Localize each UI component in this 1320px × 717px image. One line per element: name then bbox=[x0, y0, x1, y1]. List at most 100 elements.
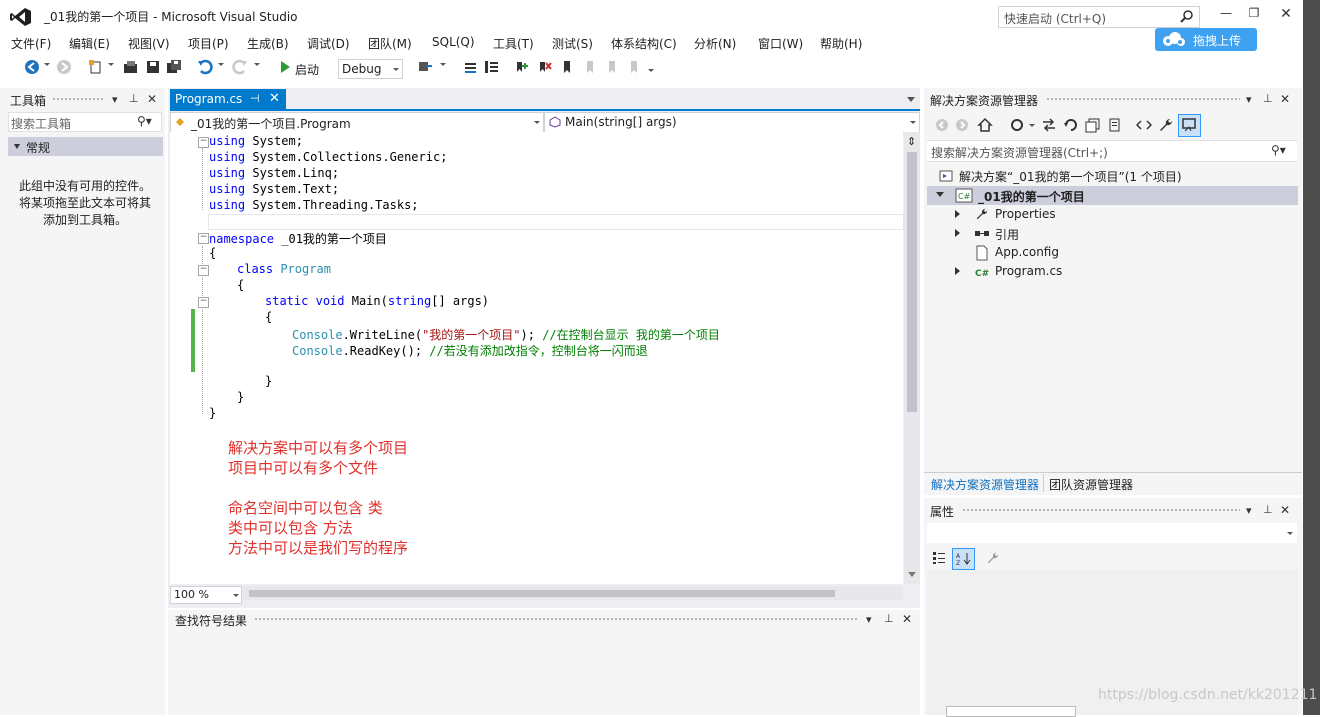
quick-launch-input[interactable]: 快速启动 (Ctrl+Q) bbox=[998, 6, 1200, 28]
navigate-forward-icon[interactable] bbox=[56, 59, 72, 75]
previous-bookmark-icon[interactable] bbox=[582, 59, 598, 75]
back-icon[interactable] bbox=[934, 117, 950, 133]
collapse-icon[interactable]: − bbox=[198, 297, 209, 308]
minimize-icon[interactable]: — bbox=[1216, 6, 1236, 22]
history-icon[interactable] bbox=[1009, 117, 1025, 133]
collapse-icon[interactable]: − bbox=[198, 233, 209, 244]
menu-window[interactable]: 窗口(W) bbox=[758, 35, 803, 52]
menu-team[interactable]: 团队(M) bbox=[368, 35, 412, 52]
forward-icon[interactable] bbox=[954, 117, 970, 133]
collapsed-arrow-icon[interactable] bbox=[955, 267, 960, 275]
pin-icon[interactable]: ⊥ bbox=[1263, 92, 1273, 105]
close-icon[interactable]: ✕ bbox=[1280, 503, 1290, 517]
tab-program-cs[interactable]: Program.cs ⊣ ✕ bbox=[170, 89, 286, 110]
menu-test[interactable]: 测试(S) bbox=[552, 35, 593, 52]
collapse-all-icon[interactable] bbox=[1085, 117, 1101, 133]
navigate-back-icon[interactable] bbox=[24, 59, 40, 75]
start-label[interactable]: 启动 bbox=[295, 61, 319, 78]
pane-grip[interactable] bbox=[1046, 97, 1240, 102]
find-in-files-icon[interactable] bbox=[417, 59, 433, 75]
sync-icon[interactable] bbox=[1041, 117, 1057, 133]
toolbox-search-input[interactable]: 搜索工具箱 ⚲▾ bbox=[8, 112, 162, 132]
pin-icon[interactable]: ⊥ bbox=[129, 92, 139, 105]
member-navigation-dropdown[interactable]: Main(string[] args) bbox=[544, 112, 920, 133]
undo-icon[interactable] bbox=[197, 59, 213, 75]
home-icon[interactable] bbox=[977, 117, 993, 133]
alphabetical-button[interactable]: AZ bbox=[952, 548, 975, 570]
horizontal-scroll-thumb[interactable] bbox=[249, 590, 835, 597]
solution-search-input[interactable]: 搜索解决方案资源管理器(Ctrl+;) ⚲▾ bbox=[927, 140, 1297, 162]
pane-dropdown-icon[interactable]: ▾ bbox=[1246, 504, 1252, 517]
pane-dropdown-icon[interactable]: ▾ bbox=[1246, 93, 1252, 106]
collapsed-arrow-icon[interactable] bbox=[955, 210, 960, 218]
clear-bookmarks-icon[interactable] bbox=[626, 59, 642, 75]
close-icon[interactable]: ✕ bbox=[902, 612, 912, 626]
close-icon[interactable]: ✕ bbox=[1276, 6, 1296, 22]
pane-grip[interactable] bbox=[254, 617, 858, 622]
menu-build[interactable]: 生成(B) bbox=[247, 35, 289, 52]
bookmark-add-icon[interactable] bbox=[514, 59, 530, 75]
restore-icon[interactable]: ❐ bbox=[1244, 6, 1264, 22]
start-debug-icon[interactable] bbox=[277, 59, 293, 75]
properties-wrench-icon[interactable] bbox=[1158, 117, 1174, 133]
history-dropdown-icon[interactable] bbox=[1029, 124, 1035, 127]
menu-sql[interactable]: SQL(Q) bbox=[432, 35, 475, 49]
categorized-icon[interactable] bbox=[932, 551, 946, 565]
menu-help[interactable]: 帮助(H) bbox=[820, 35, 862, 52]
pane-dropdown-icon[interactable]: ▾ bbox=[112, 93, 118, 106]
close-icon[interactable]: ✕ bbox=[147, 92, 157, 106]
bookmark-clear-icon[interactable] bbox=[537, 59, 553, 75]
open-file-icon[interactable] bbox=[123, 59, 139, 75]
scroll-down-icon[interactable] bbox=[908, 572, 916, 577]
show-all-files-icon[interactable] bbox=[1107, 117, 1123, 133]
pane-grip[interactable] bbox=[962, 508, 1240, 513]
tab-solution-explorer[interactable]: 解决方案资源管理器 bbox=[931, 476, 1039, 493]
tab-list-dropdown-icon[interactable] bbox=[907, 97, 915, 102]
next-bookmark-icon[interactable] bbox=[604, 59, 620, 75]
toolbar-overflow-icon[interactable] bbox=[648, 69, 654, 72]
menu-architecture[interactable]: 体系结构(C) bbox=[611, 35, 677, 52]
new-dropdown-icon[interactable] bbox=[108, 63, 114, 66]
bookmark-icon[interactable] bbox=[559, 59, 575, 75]
menu-edit[interactable]: 编辑(E) bbox=[69, 35, 110, 52]
preview-selected-items-button[interactable] bbox=[1178, 114, 1201, 137]
find-dropdown-icon[interactable] bbox=[440, 63, 446, 66]
menu-tools[interactable]: 工具(T) bbox=[493, 35, 534, 52]
menu-debug[interactable]: 调试(D) bbox=[307, 35, 350, 52]
collapse-icon[interactable]: − bbox=[198, 137, 209, 148]
expanded-arrow-icon[interactable] bbox=[936, 192, 944, 197]
solution-configuration-dropdown[interactable]: Debug bbox=[338, 59, 403, 79]
menu-view[interactable]: 视图(V) bbox=[128, 35, 170, 52]
toolbox-group-general[interactable]: 常规 bbox=[8, 137, 163, 156]
comment-out-icon[interactable] bbox=[462, 59, 478, 75]
redo-icon[interactable] bbox=[232, 59, 248, 75]
collapse-icon[interactable]: − bbox=[198, 265, 209, 276]
save-icon[interactable] bbox=[145, 59, 161, 75]
menu-project[interactable]: 项目(P) bbox=[188, 35, 229, 52]
menu-file[interactable]: 文件(F) bbox=[11, 35, 51, 52]
pin-icon[interactable]: ⊣ bbox=[250, 92, 260, 105]
collapsed-arrow-icon[interactable] bbox=[955, 229, 960, 237]
menu-analyze[interactable]: 分析(N) bbox=[694, 35, 736, 52]
pane-dropdown-icon[interactable]: ▾ bbox=[866, 613, 872, 626]
property-pages-icon[interactable] bbox=[986, 551, 1000, 565]
pin-icon[interactable]: ⊥ bbox=[884, 612, 894, 625]
uncomment-icon[interactable] bbox=[484, 59, 500, 75]
undo-dropdown-icon[interactable] bbox=[218, 63, 224, 66]
type-navigation-dropdown[interactable]: _01我的第一个项目.Program bbox=[170, 112, 544, 133]
redo-dropdown-icon[interactable] bbox=[254, 63, 260, 66]
back-dropdown-icon[interactable] bbox=[44, 63, 50, 66]
properties-object-dropdown[interactable] bbox=[927, 523, 1297, 543]
close-tab-icon[interactable]: ✕ bbox=[269, 91, 280, 106]
vertical-scroll-thumb[interactable] bbox=[907, 152, 917, 412]
view-code-icon[interactable] bbox=[1136, 117, 1152, 133]
close-icon[interactable]: ✕ bbox=[1280, 92, 1290, 106]
split-handle-icon[interactable]: ⇕ bbox=[907, 135, 916, 148]
pane-grip[interactable] bbox=[52, 97, 104, 102]
zoom-dropdown[interactable]: 100 % bbox=[170, 586, 242, 604]
refresh-icon[interactable] bbox=[1063, 117, 1079, 133]
new-project-icon[interactable] bbox=[88, 59, 104, 75]
tab-team-explorer[interactable]: 团队资源管理器 bbox=[1049, 476, 1133, 493]
save-all-icon[interactable] bbox=[166, 59, 182, 75]
pin-icon[interactable]: ⊥ bbox=[1263, 503, 1273, 516]
